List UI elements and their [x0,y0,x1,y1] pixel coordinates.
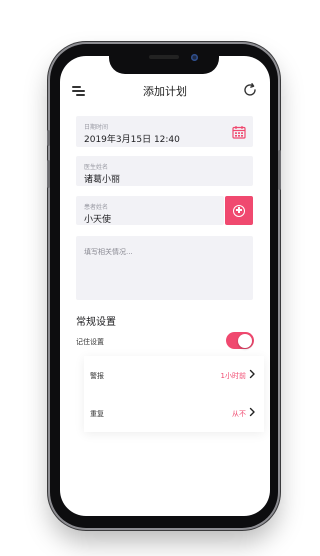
repeat-setting-label: 重复 [90,410,104,418]
notes-textarea[interactable]: 填写相关情况... [76,236,253,300]
speaker-grille [149,55,179,59]
alert-setting-label: 警报 [90,372,104,380]
patient-name-field[interactable]: 患者姓名 小天使 [76,196,224,225]
phone-side-button-right [278,150,281,190]
add-icon-bar-vertical [238,207,240,213]
nav-bar: 添加计划 [60,78,270,104]
add-patient-button[interactable] [225,196,253,225]
datetime-value: 2019年3月15日 12:40 [84,135,180,145]
repeat-setting-value: 从不 [232,410,246,418]
remember-settings-toggle[interactable] [226,332,254,349]
notes-placeholder: 填写相关情况... [84,248,133,256]
toggle-knob [238,333,252,348]
datetime-label: 日期时间 [84,124,109,131]
alert-setting-value: 1小时前 [220,372,246,380]
phone-side-button-left-1 [47,130,50,146]
chevron-right-icon [249,407,255,417]
remember-settings-label: 记住设置 [76,338,104,346]
datetime-field[interactable]: 日期时间 2019年3月15日 12:40 [76,116,253,147]
repeat-setting-row[interactable]: 重复 从不 [84,394,264,432]
phone-notch [109,44,219,74]
refresh-icon[interactable] [242,82,258,98]
calendar-icon[interactable] [232,125,246,139]
doctor-name-value: 诸葛小丽 [84,175,121,185]
page-title: 添加计划 [143,85,187,98]
phone-side-button-left-2 [47,160,50,188]
settings-section-title: 常规设置 [76,317,116,328]
chevron-right-icon [249,369,255,379]
doctor-name-label: 医生姓名 [84,164,109,171]
patient-name-value: 小天使 [84,215,112,225]
patient-name-label: 患者姓名 [84,204,109,211]
front-camera [191,54,198,61]
settings-card: 警报 1小时前 重复 从不 [84,356,264,432]
doctor-name-field[interactable]: 医生姓名 诸葛小丽 [76,156,253,186]
alert-setting-row[interactable]: 警报 1小时前 [84,356,264,394]
